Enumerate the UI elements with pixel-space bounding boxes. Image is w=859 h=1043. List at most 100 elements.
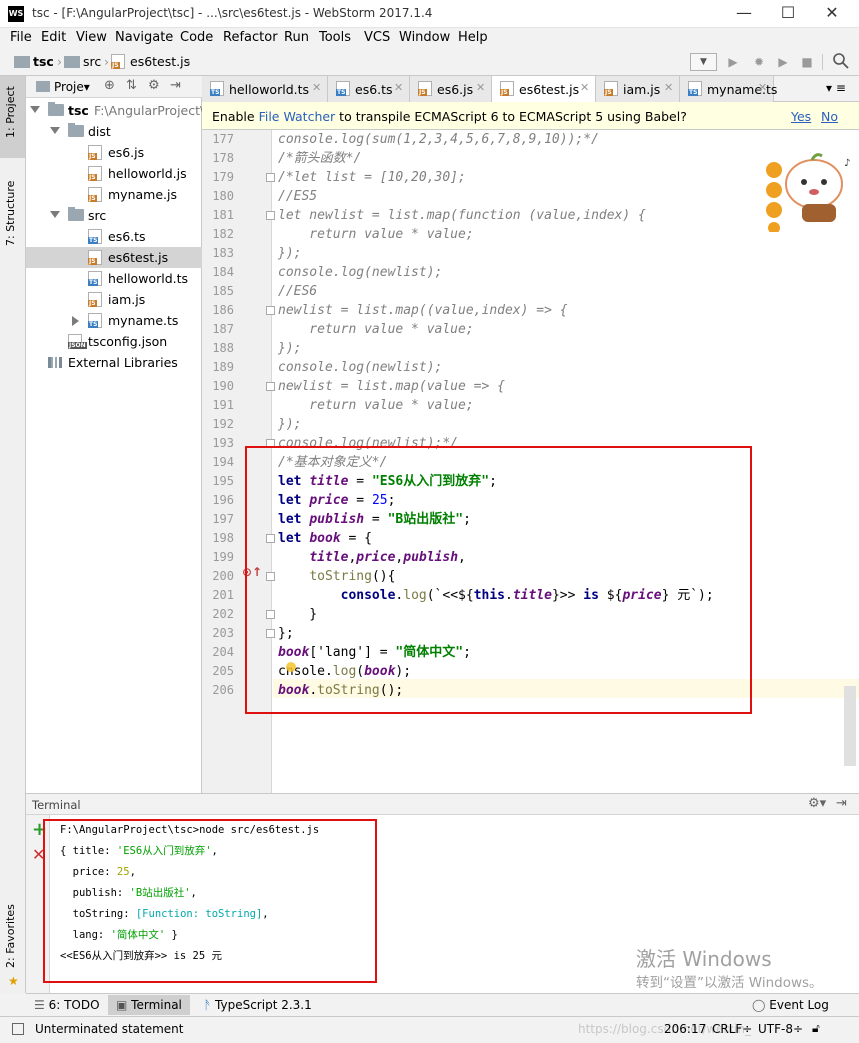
code-line: newlist = list.map((value,index) => {: [278, 303, 568, 318]
code-line: });: [278, 341, 302, 356]
close-tab-icon[interactable]: ✕: [758, 81, 767, 94]
js-file-icon: JS: [418, 81, 432, 96]
tool-windows-toggle-icon[interactable]: [12, 1023, 24, 1035]
breadcrumb-tsc[interactable]: tsc: [33, 54, 54, 69]
menu-vcs[interactable]: VCS: [364, 30, 390, 45]
tree-item[interactable]: TS myname.ts: [26, 310, 202, 331]
tree-item[interactable]: JS helloworld.js: [26, 163, 202, 184]
notification-yes-link[interactable]: Yes: [791, 109, 811, 124]
close-button[interactable]: ✕: [809, 0, 855, 28]
favorites-tool-tab[interactable]: 2: Favorites: [4, 904, 17, 968]
line-separator[interactable]: CRLF÷: [712, 1022, 752, 1036]
terminal-header: Terminal ⚙▾ ⇥: [26, 793, 859, 815]
expand-arrow-icon[interactable]: [50, 127, 60, 134]
tree-item[interactable]: src: [26, 205, 202, 226]
tree-item[interactable]: JS es6.js: [26, 142, 202, 163]
menu-refactor[interactable]: Refactor: [223, 30, 278, 45]
tree-item[interactable]: tsc F:\AngularProject\t: [26, 100, 209, 121]
breadcrumb-file[interactable]: es6test.js: [130, 54, 190, 69]
tree-item[interactable]: JS es6test.js: [26, 247, 202, 268]
hide-icon[interactable]: ⇥: [170, 78, 181, 93]
editor-tab[interactable]: TS helloworld.ts ✕: [202, 76, 328, 102]
debug-icon[interactable]: ✹: [748, 53, 770, 71]
tree-item-label: myname.js: [108, 187, 177, 202]
editor-tab[interactable]: JS es6test.js ✕: [492, 76, 596, 103]
js-file-icon: JS: [88, 187, 102, 202]
file-watcher-link[interactable]: File Watcher: [259, 109, 336, 124]
minimize-button[interactable]: —: [721, 0, 767, 28]
tree-item[interactable]: dist: [26, 121, 202, 142]
close-tab-icon[interactable]: ✕: [476, 81, 485, 94]
terminal-settings-gear-icon[interactable]: ⚙▾: [808, 796, 826, 811]
fold-marker-icon[interactable]: [266, 306, 275, 315]
terminal-tool-tab[interactable]: ▣ Terminal: [108, 995, 190, 1015]
fold-marker-icon[interactable]: [266, 173, 275, 182]
file-encoding[interactable]: UTF-8÷: [758, 1022, 803, 1036]
tree-item[interactable]: TS es6.ts: [26, 226, 202, 247]
notification-no-link[interactable]: No: [821, 109, 838, 124]
event-log-tool-tab[interactable]: ◯ Event Log: [752, 998, 829, 1012]
coverage-icon[interactable]: ▶: [772, 53, 794, 71]
tree-item[interactable]: External Libraries: [26, 352, 202, 373]
fold-marker-icon[interactable]: [266, 211, 275, 220]
tree-item-label: myname.ts: [108, 313, 179, 328]
project-view-dropdown[interactable]: Proje▾: [54, 80, 90, 94]
maximize-button[interactable]: ☐: [765, 0, 811, 28]
menu-edit[interactable]: Edit: [41, 30, 66, 45]
code-line: newlist = list.map(value => {: [278, 379, 505, 394]
lock-icon[interactable]: 🔓︎: [812, 1021, 820, 1036]
stop-icon[interactable]: ■: [796, 53, 818, 71]
menu-tools[interactable]: Tools: [319, 30, 351, 45]
menu-navigate[interactable]: Navigate: [115, 30, 173, 45]
menu-code[interactable]: Code: [180, 30, 213, 45]
editor-tab[interactable]: TS myname.ts ✕: [680, 76, 777, 102]
fold-marker-icon[interactable]: [266, 382, 275, 391]
folder-icon: [36, 81, 50, 92]
breadcrumb-src[interactable]: src: [83, 54, 101, 69]
menu-run[interactable]: Run: [284, 30, 309, 45]
terminal-hide-icon[interactable]: ⇥: [836, 796, 847, 811]
menu-file[interactable]: File: [10, 30, 32, 45]
folder-icon: [68, 207, 84, 221]
tree-item[interactable]: JS myname.js: [26, 184, 202, 205]
menu-view[interactable]: View: [76, 30, 107, 45]
target-icon[interactable]: ⊕: [104, 78, 115, 93]
collapse-icon[interactable]: ⇅: [126, 78, 137, 93]
close-tab-icon[interactable]: ✕: [580, 81, 589, 94]
collapse-arrow-icon[interactable]: [72, 316, 79, 326]
typescript-tool-tab[interactable]: ᚫ TypeScript 2.3.1: [204, 998, 312, 1012]
ts-file-icon: TS: [88, 271, 102, 286]
run-icon[interactable]: ▶: [722, 53, 744, 71]
tree-item[interactable]: JSON tsconfig.json: [26, 331, 202, 352]
run-config-dropdown[interactable]: ▼: [690, 53, 717, 71]
editor-scrollbar[interactable]: [844, 686, 856, 766]
tree-item[interactable]: TS helloworld.ts: [26, 268, 202, 289]
project-tool-tab[interactable]: 1: Project: [4, 86, 17, 138]
code-line: });: [278, 417, 302, 432]
editor-tab[interactable]: TS es6.ts ✕: [328, 76, 410, 102]
settings-gear-icon[interactable]: ⚙: [148, 78, 160, 93]
close-tab-icon[interactable]: ✕: [312, 81, 321, 94]
structure-tool-tab[interactable]: 7: Structure: [4, 181, 17, 246]
tab-container: TS helloworld.ts ✕ TS es6.ts ✕ JS es6.js ✕ JS es6t…: [202, 76, 842, 103]
todo-tool-tab[interactable]: ☰ 6: TODO: [34, 998, 100, 1012]
editor-tab-bar: TS helloworld.ts ✕ TS es6.ts ✕ JS es6.js ✕ JS es6t…: [202, 76, 859, 103]
tree-item[interactable]: JS iam.js: [26, 289, 202, 310]
menu-bar: File Edit View Navigate Code Refactor Ru…: [0, 28, 859, 48]
toolbar-divider: [822, 54, 823, 70]
close-tab-icon[interactable]: ✕: [664, 81, 673, 94]
close-tab-icon[interactable]: ✕: [394, 81, 403, 94]
tree-item-label: es6test.js: [108, 250, 169, 265]
expand-arrow-icon[interactable]: [30, 106, 40, 113]
caret-position[interactable]: 206:17: [664, 1022, 706, 1036]
menu-help[interactable]: Help: [458, 30, 488, 45]
tabs-overflow-icon[interactable]: ▾ ≡: [826, 81, 846, 95]
menu-window[interactable]: Window: [399, 30, 450, 45]
search-icon[interactable]: [832, 52, 850, 70]
js-file-icon: JS: [88, 145, 102, 160]
folder-icon: [14, 56, 30, 68]
editor-tab[interactable]: JS iam.js ✕: [596, 76, 680, 102]
editor-tab[interactable]: JS es6.js ✕: [410, 76, 492, 102]
expand-arrow-icon[interactable]: [50, 211, 60, 218]
breadcrumb-separator: ›: [57, 54, 62, 69]
